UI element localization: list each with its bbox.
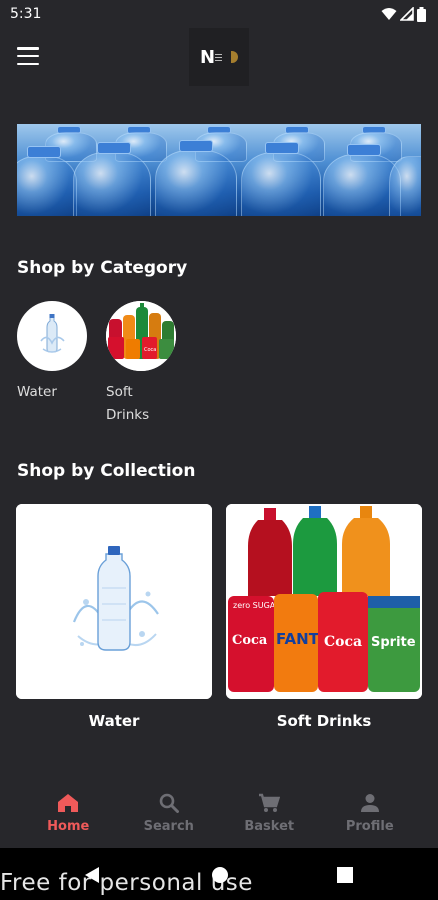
water-splash-bottle-image [16, 504, 212, 699]
shop-by-collection-title: Shop by Collection [17, 461, 196, 481]
status-time: 5:31 [10, 6, 42, 22]
nav-profile[interactable]: Profile [335, 793, 405, 834]
nav-basket-label: Basket [244, 818, 295, 834]
nav-profile-label: Profile [345, 818, 394, 834]
category-label: Soft Drinks [106, 384, 150, 423]
svg-text:Coca: Coca [232, 633, 268, 648]
svg-text:Coca: Coca [324, 634, 362, 650]
shop-by-category-title: Shop by Category [17, 258, 188, 278]
svg-text:FANT: FANT [276, 630, 320, 648]
collection-label: Water [88, 712, 140, 730]
signal-icon [400, 7, 414, 21]
soda-bottles-cans-image: zero SUGAR Coca FANT Coca Sprite [226, 504, 422, 699]
water-bottle-image [17, 301, 87, 371]
category-label: Water [17, 384, 57, 400]
nav-search-label: Search [143, 818, 194, 834]
bottom-navigation: Home Search Basket Profile [0, 778, 438, 848]
nav-search[interactable]: Search [134, 793, 204, 834]
collection-label: Soft Drinks [276, 712, 372, 730]
wifi-icon [381, 8, 397, 20]
svg-text:Coca: Coca [144, 347, 156, 353]
category-soft-drinks[interactable]: Coca Soft Drinks [106, 301, 176, 427]
logo-half-circle-icon [231, 51, 239, 63]
status-icons [381, 6, 426, 22]
logo-letter: N [199, 46, 215, 68]
logo-lines-icon [215, 53, 223, 61]
home-icon [58, 793, 79, 812]
status-bar: 5:31 [0, 0, 438, 28]
battery-icon [417, 6, 426, 22]
category-water[interactable]: Water [17, 301, 87, 404]
search-icon [159, 793, 179, 813]
collection-soft-drinks[interactable]: zero SUGAR Coca FANT Coca Sprite Soft Dr… [226, 504, 422, 730]
app-logo[interactable]: N [189, 28, 249, 86]
soft-drinks-image: Coca [106, 301, 176, 371]
recents-icon[interactable] [337, 867, 353, 883]
watermark-text: Free for personal use [0, 870, 253, 896]
app-bar: N [0, 28, 438, 86]
main-content: Shop by Category Water Coca Soft Drinks … [0, 86, 438, 778]
collection-water[interactable]: Water [16, 504, 212, 730]
nav-home[interactable]: Home [33, 793, 103, 834]
water-bottles-banner[interactable] [17, 124, 421, 216]
svg-text:Sprite: Sprite [371, 635, 416, 650]
cart-icon [259, 793, 281, 812]
hamburger-menu-icon[interactable] [16, 45, 40, 67]
nav-basket[interactable]: Basket [234, 793, 304, 834]
nav-home-label: Home [47, 818, 90, 834]
person-icon [360, 793, 379, 812]
